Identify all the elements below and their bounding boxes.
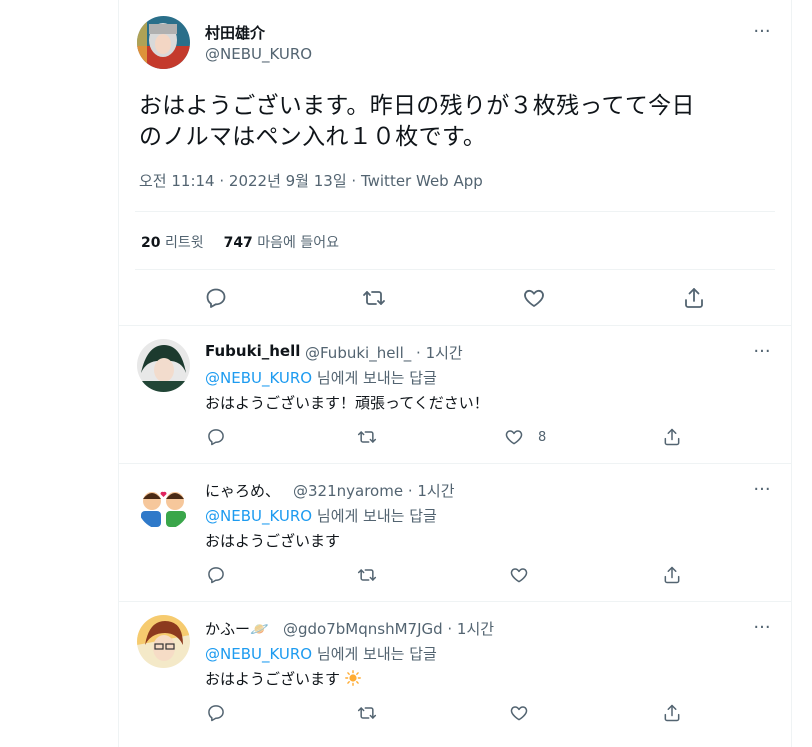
share-button[interactable] <box>682 286 706 310</box>
like-count[interactable]: 747 <box>224 235 253 251</box>
reply-author-name[interactable]: かふー🪐 <box>205 618 269 639</box>
replying-to-suffix: 님에게 보내는 답글 <box>316 369 437 387</box>
more-icon[interactable]: ··· <box>752 343 772 366</box>
reply-author-handle[interactable]: @321nyarome · 1시간 <box>293 480 455 501</box>
reply-icon <box>208 705 224 722</box>
reply-button[interactable] <box>206 427 226 447</box>
reply-tweet[interactable]: にゃろめ、 @321nyarome · 1시간 ··· @NEBU_KURO 님… <box>119 463 791 602</box>
reply-tweet[interactable]: かふー🪐 @gdo7bMqnshM7JGd · 1시간 ··· @NEBU_KU… <box>119 601 791 747</box>
divider <box>135 269 775 270</box>
retweet-button[interactable] <box>357 427 377 447</box>
reply-author-handle[interactable]: @gdo7bMqnshM7JGd · 1시간 <box>283 618 494 639</box>
replying-to-suffix: 님에게 보내는 답글 <box>316 507 437 525</box>
timeline-column: 村田雄介 @NEBU_KURO ··· おはようございます。昨日の残りが３枚残っ… <box>118 0 792 747</box>
like-icon <box>505 430 523 445</box>
reply-author-name[interactable]: にゃろめ、 <box>205 480 280 501</box>
like-button[interactable] <box>509 565 529 585</box>
replying-to: @NEBU_KURO 님에게 보내는 답글 <box>205 643 437 664</box>
like-icon <box>524 289 544 307</box>
share-icon <box>664 428 680 446</box>
reply-author-handle[interactable]: @Fubuki_hell_ · 1시간 <box>305 342 463 363</box>
reply-icon <box>208 567 224 584</box>
retweet-label[interactable]: 리트윗 <box>165 235 204 251</box>
reply-button[interactable] <box>204 286 228 310</box>
like-icon <box>510 706 528 721</box>
author-name[interactable]: 村田雄介 <box>205 22 265 43</box>
share-icon <box>664 704 680 722</box>
retweet-count[interactable]: 20 <box>141 235 160 251</box>
mention-link[interactable]: @NEBU_KURO <box>205 507 312 525</box>
like-button[interactable] <box>522 286 546 310</box>
retweet-icon <box>363 291 385 305</box>
retweet-icon <box>357 707 377 719</box>
replying-to: @NEBU_KURO 님에게 보내는 답글 <box>205 367 437 388</box>
share-button[interactable] <box>662 703 682 723</box>
share-icon <box>664 566 680 584</box>
reply-button[interactable] <box>206 565 226 585</box>
like-button[interactable] <box>504 427 524 447</box>
tweet-timestamp[interactable]: 오전 11:14 · 2022년 9월 13일 · Twitter Web Ap… <box>139 170 483 191</box>
tweet-stats: 20 리트윗 747 마음에 들어요 <box>141 232 339 252</box>
author-handle[interactable]: @NEBU_KURO <box>205 45 312 63</box>
reply-tweet[interactable]: Fubuki_hell @Fubuki_hell_ · 1시간 ··· @NEB… <box>119 325 791 464</box>
reply-avatar[interactable] <box>137 339 190 392</box>
divider <box>135 211 775 212</box>
mention-link[interactable]: @NEBU_KURO <box>205 645 312 663</box>
retweet-icon <box>357 431 377 443</box>
replying-to: @NEBU_KURO 님에게 보내는 답글 <box>205 505 437 526</box>
share-button[interactable] <box>662 565 682 585</box>
retweet-button[interactable] <box>357 565 377 585</box>
reply-button[interactable] <box>206 703 226 723</box>
author-avatar[interactable] <box>137 16 190 69</box>
retweet-button[interactable] <box>362 286 386 310</box>
reply-author-name[interactable]: Fubuki_hell <box>205 342 300 360</box>
tweet-text-line-1: おはようございます。昨日の残りが３枚残ってて今日 <box>139 93 695 119</box>
more-icon[interactable]: ··· <box>752 23 772 46</box>
like-label[interactable]: 마음에 들어요 <box>257 235 339 251</box>
reply-text: おはようございます <box>205 668 361 689</box>
reply-text: おはようございます！頑張ってください！ <box>205 394 489 412</box>
more-icon[interactable]: ··· <box>752 619 772 642</box>
reply-avatar[interactable] <box>137 477 190 530</box>
retweet-icon <box>357 569 377 581</box>
reply-avatar[interactable] <box>137 615 190 668</box>
reply-icon <box>208 429 224 446</box>
main-tweet: 村田雄介 @NEBU_KURO ··· おはようございます。昨日の残りが３枚残っ… <box>119 0 791 326</box>
like-count: 8 <box>538 430 547 445</box>
share-button[interactable] <box>662 427 682 447</box>
more-icon[interactable]: ··· <box>752 481 772 504</box>
sun-emoji-icon <box>344 670 361 686</box>
replying-to-suffix: 님에게 보내는 답글 <box>316 645 437 663</box>
reply-icon <box>206 288 226 308</box>
tweet-text-line-2: のノルマはペン入れ１０枚です。 <box>139 124 487 150</box>
reply-text: おはようございます <box>205 532 341 550</box>
like-button[interactable] <box>509 703 529 723</box>
reply-text-content: おはようございます <box>205 670 341 688</box>
mention-link[interactable]: @NEBU_KURO <box>205 369 312 387</box>
like-icon <box>510 568 528 583</box>
retweet-button[interactable] <box>357 703 377 723</box>
share-icon <box>685 288 703 308</box>
tweet-text: おはようございます。昨日の残りが３枚残ってて今日 のノルマはペン入れ１０枚です。 <box>139 91 779 153</box>
